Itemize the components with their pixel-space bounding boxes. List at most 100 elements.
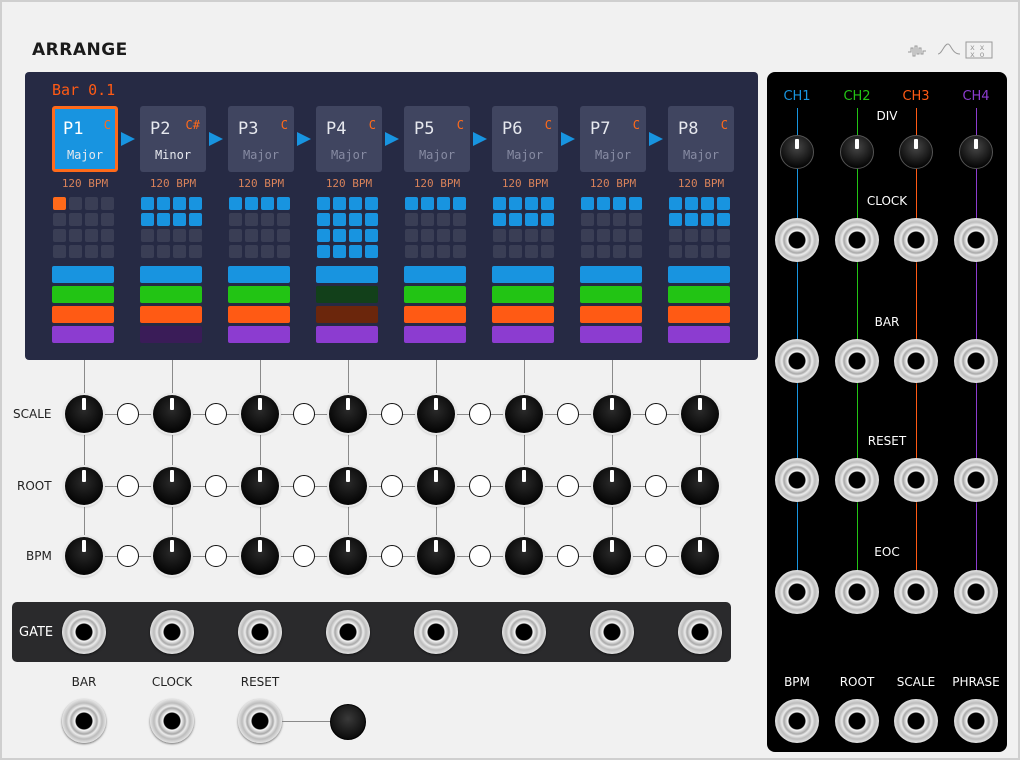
bar-step — [421, 213, 434, 226]
bpm-knob-p2[interactable] — [153, 537, 191, 575]
bpm-output-jack[interactable] — [775, 699, 819, 743]
bar-position-label: Bar 0.1 — [52, 81, 116, 99]
bar-row-label: BAR — [874, 315, 900, 329]
root-knob-p3[interactable] — [241, 467, 279, 505]
phrase-scale: Major — [682, 148, 720, 162]
reset-jack-ch4[interactable] — [954, 458, 998, 502]
div-knob-ch4[interactable] — [959, 135, 993, 169]
div-knob-ch3[interactable] — [899, 135, 933, 169]
bar-jack-ch4[interactable] — [954, 339, 998, 383]
bpm-led — [381, 545, 403, 567]
channel-bar-ch3 — [140, 306, 202, 323]
phrase-card-5[interactable]: P5 C Major — [404, 106, 470, 172]
scale-knob-p1[interactable] — [65, 395, 103, 433]
gate-output-jack-p5[interactable] — [414, 610, 458, 654]
scale-knob-p8[interactable] — [681, 395, 719, 433]
scale-knob-p2[interactable] — [153, 395, 191, 433]
bar-input-jack[interactable] — [62, 699, 106, 743]
phrase-bpm: 120 BPM — [325, 177, 373, 190]
reset-link-line — [282, 721, 332, 722]
bar-step — [333, 229, 346, 242]
root-knob-p4[interactable] — [329, 467, 367, 505]
phrase-card-2[interactable]: P2 C# Minor — [140, 106, 206, 172]
scale-knob-p6[interactable] — [505, 395, 543, 433]
bar-input-label: BAR — [71, 675, 97, 689]
eoc-jack-ch4[interactable] — [954, 570, 998, 614]
phrase-card-4[interactable]: P4 C Major — [316, 106, 382, 172]
eoc-jack-ch3[interactable] — [894, 570, 938, 614]
clock-jack-ch2[interactable] — [835, 218, 879, 262]
root-led — [557, 475, 579, 497]
bar-step — [189, 213, 202, 226]
phrase-output-jack[interactable] — [954, 699, 998, 743]
scale-output-jack[interactable] — [894, 699, 938, 743]
channel-bar-ch1 — [52, 266, 114, 283]
bar-step — [525, 245, 538, 258]
bar-jack-ch3[interactable] — [894, 339, 938, 383]
bar-step — [717, 213, 730, 226]
bpm-knob-p5[interactable] — [417, 537, 455, 575]
root-knob-p1[interactable] — [65, 467, 103, 505]
bar-jack-ch2[interactable] — [835, 339, 879, 383]
gate-output-jack-p8[interactable] — [678, 610, 722, 654]
scale-knob-p4[interactable] — [329, 395, 367, 433]
channel-bar-ch2 — [492, 286, 554, 303]
root-knob-p7[interactable] — [593, 467, 631, 505]
phrase-card-8[interactable]: P8 C Major — [668, 106, 734, 172]
clock-jack-ch1[interactable] — [775, 218, 819, 262]
scale-knob-p7[interactable] — [593, 395, 631, 433]
root-led — [381, 475, 403, 497]
bpm-knob-p6[interactable] — [505, 537, 543, 575]
bpm-knob-p7[interactable] — [593, 537, 631, 575]
gate-output-jack-p1[interactable] — [62, 610, 106, 654]
bpm-knob-p3[interactable] — [241, 537, 279, 575]
phrase-card-3[interactable]: P3 C Major — [228, 106, 294, 172]
clock-input-jack[interactable] — [150, 699, 194, 743]
reset-jack-ch2[interactable] — [835, 458, 879, 502]
reset-button[interactable] — [330, 704, 366, 740]
root-knob-p5[interactable] — [417, 467, 455, 505]
next-phrase-arrow-icon — [385, 132, 399, 146]
bar-step — [405, 245, 418, 258]
bar-step — [349, 197, 362, 210]
channel-bar-ch3 — [228, 306, 290, 323]
eoc-jack-ch1[interactable] — [775, 570, 819, 614]
bpm-knob-p8[interactable] — [681, 537, 719, 575]
bar-jack-ch1[interactable] — [775, 339, 819, 383]
bar-step — [53, 213, 66, 226]
root-row-label: ROOT — [17, 479, 52, 493]
clock-jack-ch3[interactable] — [894, 218, 938, 262]
next-phrase-arrow-icon — [561, 132, 575, 146]
eoc-jack-ch2[interactable] — [835, 570, 879, 614]
connector-line — [436, 360, 437, 554]
root-output-jack[interactable] — [835, 699, 879, 743]
div-knob-ch1[interactable] — [780, 135, 814, 169]
bpm-knob-p4[interactable] — [329, 537, 367, 575]
bar-step — [317, 197, 330, 210]
div-label: DIV — [876, 109, 898, 123]
gate-output-jack-p3[interactable] — [238, 610, 282, 654]
clock-jack-ch4[interactable] — [954, 218, 998, 262]
root-knob-p6[interactable] — [505, 467, 543, 505]
bpm-knob-p1[interactable] — [65, 537, 103, 575]
phrase-scale: Major — [594, 148, 632, 162]
phrase-card-7[interactable]: P7 C Major — [580, 106, 646, 172]
gate-output-jack-p7[interactable] — [590, 610, 634, 654]
scale-knob-p5[interactable] — [417, 395, 455, 433]
phrase-card-6[interactable]: P6 C Major — [492, 106, 558, 172]
scale-knob-p3[interactable] — [241, 395, 279, 433]
bar-step — [493, 229, 506, 242]
gate-output-jack-p2[interactable] — [150, 610, 194, 654]
bar-step — [277, 213, 290, 226]
reset-jack-ch1[interactable] — [775, 458, 819, 502]
root-knob-p2[interactable] — [153, 467, 191, 505]
gate-output-jack-p4[interactable] — [326, 610, 370, 654]
root-knob-p8[interactable] — [681, 467, 719, 505]
bar-step — [437, 197, 450, 210]
reset-jack-ch3[interactable] — [894, 458, 938, 502]
phrase-card-1[interactable]: P1 C Major — [52, 106, 118, 172]
div-knob-ch2[interactable] — [840, 135, 874, 169]
bar-step — [613, 229, 626, 242]
reset-input-jack[interactable] — [238, 699, 282, 743]
gate-output-jack-p6[interactable] — [502, 610, 546, 654]
